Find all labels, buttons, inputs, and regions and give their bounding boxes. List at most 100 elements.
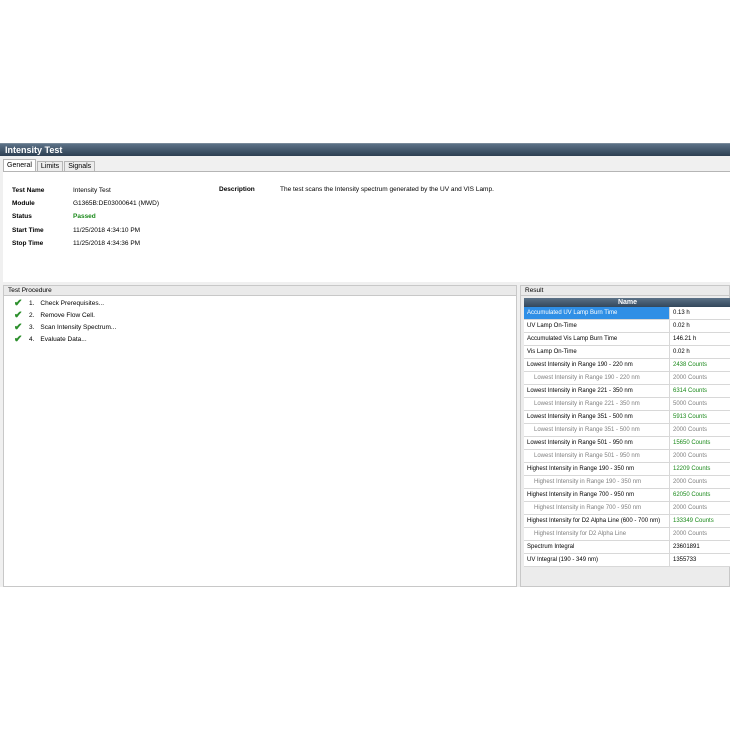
result-value-cell: 2000 Counts (673, 427, 708, 433)
table-row[interactable]: Lowest Intensity in Range 351 - 500 nm 20… (524, 424, 730, 437)
module-value: G1365B:DE03000641 (MWD) (73, 200, 159, 207)
table-row[interactable]: Accumulated UV Lamp Burn Time 0.13 h (524, 307, 730, 320)
result-name-cell: Highest Intensity for D2 Alpha Line (600… (524, 515, 670, 527)
table-row[interactable]: Lowest Intensity in Range 221 - 350 nm 50… (524, 398, 730, 411)
start-time-row: Start Time 11/25/2018 4:34:10 PM (12, 226, 140, 235)
result-name-cell: Highest Intensity in Range 700 - 950 nm (524, 489, 670, 501)
test-procedure-panel: Test Procedure ✔ 1. Check Prerequisites...… (3, 285, 517, 587)
result-value-cell: 0.13 h (673, 310, 690, 316)
result-value-cell: 5000 Counts (673, 401, 708, 407)
result-name-cell: Highest Intensity in Range 700 - 950 nm (524, 502, 670, 514)
result-name-cell: UV Lamp On-Time (524, 320, 670, 332)
result-value-cell: 2438 Counts (673, 362, 708, 368)
table-row[interactable]: UV Integral (190 - 349 nm) 1355733 (524, 554, 730, 567)
step-number: 4. (29, 336, 35, 343)
procedure-step[interactable]: ✔ 4. Evaluate Data... (14, 335, 87, 345)
result-value-cell: 0.02 h (673, 323, 690, 329)
result-header: Result (521, 286, 729, 296)
result-value-cell: 2000 Counts (673, 531, 708, 537)
table-row[interactable]: Lowest Intensity in Range 501 - 950 nm 15… (524, 437, 730, 450)
table-row[interactable]: UV Lamp On-Time 0.02 h (524, 320, 730, 333)
result-value-cell: 2000 Counts (673, 453, 708, 459)
result-value-cell: 6314 Counts (673, 388, 708, 394)
result-value-cell: 1355733 (673, 557, 697, 563)
step-label: Remove Flow Cell. (40, 312, 95, 319)
step-label: Check Prerequisites... (40, 300, 105, 307)
result-value-cell: 2000 Counts (673, 505, 708, 511)
table-row[interactable]: Vis Lamp On-Time 0.02 h (524, 346, 730, 359)
result-value-cell: 0.02 h (673, 349, 690, 355)
table-row[interactable]: Spectrum Integral 23601891 (524, 541, 730, 554)
result-name-cell: Vis Lamp On-Time (524, 346, 670, 358)
result-name-cell: Lowest Intensity in Range 501 - 950 nm (524, 437, 670, 449)
step-label: Evaluate Data... (40, 336, 87, 343)
tab-bar: General Limits Signals (3, 159, 96, 172)
result-name-cell: Lowest Intensity in Range 221 - 350 nm (524, 385, 670, 397)
result-value-cell: 12209 Counts (673, 466, 711, 472)
step-number: 1. (29, 300, 35, 307)
result-name-cell: Highest Intensity in Range 190 - 350 nm (524, 463, 670, 475)
module-label: Module (12, 200, 35, 207)
table-row[interactable]: Highest Intensity in Range 700 - 950 nm 2… (524, 502, 730, 515)
test-name-row: Test Name Intensity Test (12, 186, 111, 195)
stop-time-label: Stop Time (12, 240, 44, 247)
result-name-cell: Spectrum Integral (524, 541, 670, 553)
result-value-cell: 15650 Counts (673, 440, 711, 446)
step-number: 2. (29, 312, 35, 319)
result-name-cell: Highest Intensity in Range 190 - 350 nm (524, 476, 670, 488)
check-icon: ✔ (14, 334, 23, 345)
result-name-cell: Accumulated Vis Lamp Burn Time (524, 333, 670, 345)
procedure-step[interactable]: ✔ 1. Check Prerequisites... (14, 299, 104, 309)
table-row[interactable]: Accumulated Vis Lamp Burn Time 146.21 h (524, 333, 730, 346)
table-row[interactable]: Lowest Intensity in Range 190 - 220 nm 20… (524, 372, 730, 385)
step-number: 3. (29, 324, 35, 331)
result-value-cell: 133349 Counts (673, 518, 714, 524)
result-value-cell: 2000 Counts (673, 479, 708, 485)
status-label: Status (12, 213, 32, 220)
name-column-header[interactable]: Name (524, 298, 730, 307)
stop-time-value: 11/25/2018 4:34:36 PM (73, 240, 141, 247)
result-value-cell: 23601891 (673, 544, 700, 550)
result-value-cell: 2000 Counts (673, 375, 708, 381)
result-grid: Name Accumulated UV Lamp Burn Time 0.13 h… (524, 298, 730, 567)
result-panel: Result Name Accumulated UV Lamp Burn Tim… (520, 285, 730, 587)
result-name-cell: Lowest Intensity in Range 501 - 950 nm (524, 450, 670, 462)
table-row[interactable]: Highest Intensity in Range 700 - 950 nm 6… (524, 489, 730, 502)
result-name-cell: Accumulated UV Lamp Burn Time (524, 307, 670, 319)
module-row: Module G1365B:DE03000641 (MWD) (12, 199, 159, 208)
start-time-value: 11/25/2018 4:34:10 PM (73, 227, 141, 234)
intensity-test-window: Intensity Test General Limits Signals Te… (0, 143, 730, 587)
table-row[interactable]: Lowest Intensity in Range 351 - 500 nm 59… (524, 411, 730, 424)
stop-time-row: Stop Time 11/25/2018 4:34:36 PM (12, 239, 140, 248)
table-row[interactable]: Lowest Intensity in Range 190 - 220 nm 24… (524, 359, 730, 372)
result-name-cell: Lowest Intensity in Range 190 - 220 nm (524, 359, 670, 371)
description-label: Description (219, 186, 255, 193)
procedure-step[interactable]: ✔ 3. Scan Intensity Spectrum... (14, 323, 116, 333)
result-value-cell: 5913 Counts (673, 414, 708, 420)
table-row[interactable]: Highest Intensity in Range 190 - 350 nm 2… (524, 476, 730, 489)
start-time-label: Start Time (12, 227, 44, 234)
result-name-cell: UV Integral (190 - 349 nm) (524, 554, 670, 566)
general-panel: Test Name Intensity Test Module G1365B:DE0… (3, 171, 730, 282)
test-name-label: Test Name (12, 187, 45, 194)
table-row[interactable]: Lowest Intensity in Range 221 - 350 nm 63… (524, 385, 730, 398)
step-label: Scan Intensity Spectrum... (40, 324, 117, 331)
table-row[interactable]: Lowest Intensity in Range 501 - 950 nm 20… (524, 450, 730, 463)
status-row: Status Passed (12, 212, 96, 221)
result-value-cell: 146.21 h (673, 336, 697, 342)
result-name-cell: Lowest Intensity in Range 221 - 350 nm (524, 398, 670, 410)
check-icon: ✔ (14, 298, 23, 309)
result-name-cell: Highest Intensity for D2 Alpha Line (524, 528, 670, 540)
result-name-cell: Lowest Intensity in Range 351 - 500 nm (524, 424, 670, 436)
test-procedure-header: Test Procedure (4, 286, 516, 296)
table-row[interactable]: Highest Intensity for D2 Alpha Line 2000 … (524, 528, 730, 541)
check-icon: ✔ (14, 322, 23, 333)
status-badge: Passed (73, 213, 96, 220)
procedure-step[interactable]: ✔ 2. Remove Flow Cell. (14, 311, 95, 321)
test-name-value: Intensity Test (73, 187, 111, 194)
result-value-cell: 62050 Counts (673, 492, 711, 498)
check-icon: ✔ (14, 310, 23, 321)
table-row[interactable]: Highest Intensity in Range 190 - 350 nm 1… (524, 463, 730, 476)
description-value: The test scans the Intensity spectrum ge… (280, 186, 494, 193)
table-row[interactable]: Highest Intensity for D2 Alpha Line (600… (524, 515, 730, 528)
